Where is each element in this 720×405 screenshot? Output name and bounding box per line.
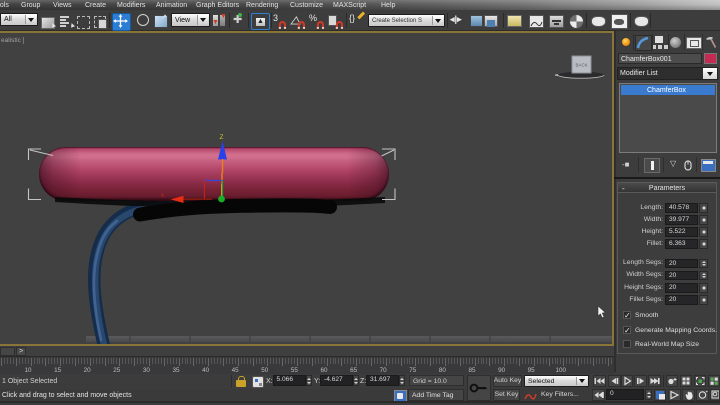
svg-text:Z: Z <box>220 134 224 141</box>
svg-text:BACK: BACK <box>576 63 588 68</box>
svg-text:x: x <box>161 193 164 199</box>
